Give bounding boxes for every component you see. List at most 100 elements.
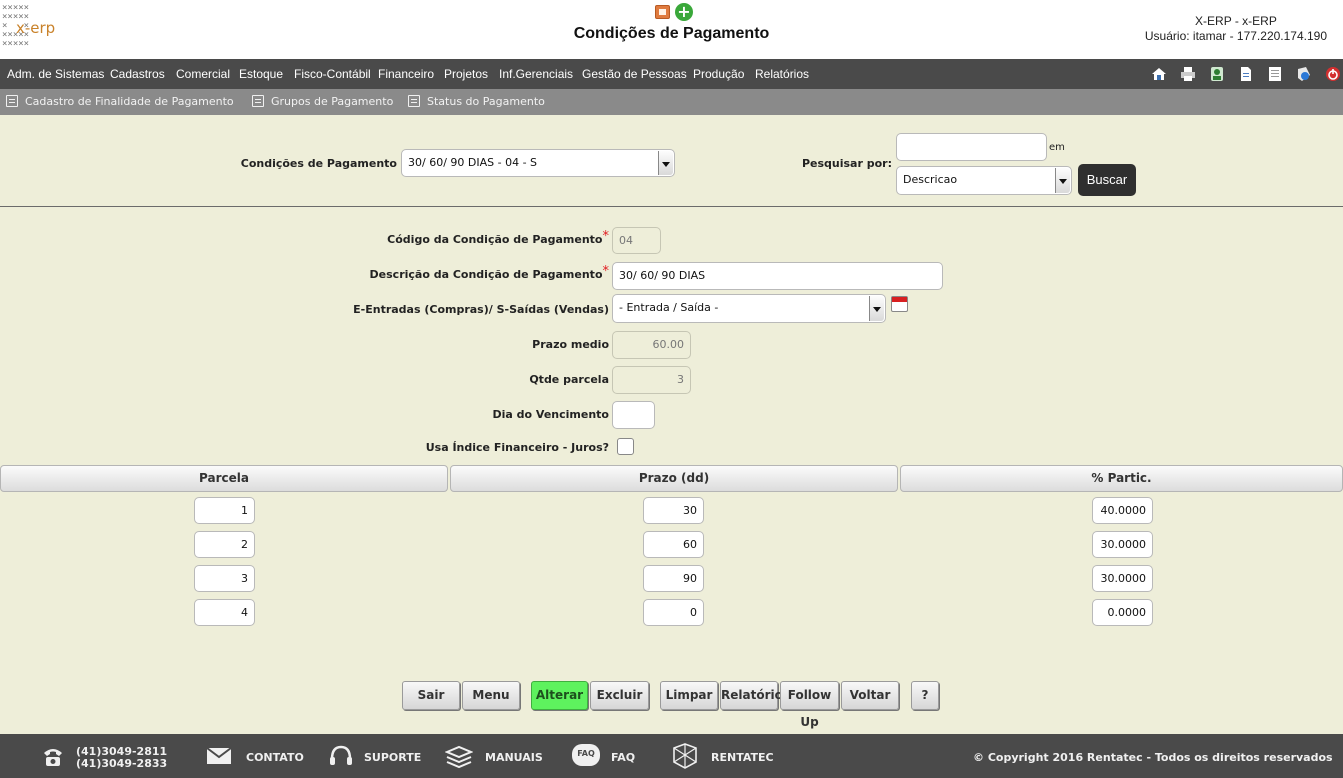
menu-item-inf-gerenciais[interactable]: Inf.Gerenciais [499, 67, 573, 81]
required-mark: * [602, 264, 610, 279]
power-icon[interactable] [1325, 66, 1341, 82]
chevron-down-icon[interactable] [869, 296, 884, 321]
condicoes-select-value: 30/ 60/ 90 DIAS - 04 - S [408, 156, 538, 169]
app-header: ××××× ××××× × × ××××× ××××× x-erp + Condiçõe… [0, 0, 1343, 59]
condicoes-select[interactable]: 30/ 60/ 90 DIAS - 04 - S [401, 149, 675, 177]
page-title: Condições de Pagamento [573, 25, 770, 42]
prazo-cell[interactable]: 60 [643, 531, 704, 558]
parcela-cell[interactable]: 3 [194, 565, 255, 592]
calendar-icon[interactable] [891, 296, 908, 312]
home-icon[interactable] [1151, 66, 1167, 82]
rentatec-link[interactable]: RENTATEC [711, 751, 774, 764]
user-name: Usuário: itamar - 177.220.174.190 [1144, 29, 1327, 43]
prazo-cell[interactable]: 30 [643, 497, 704, 524]
follow-up-button[interactable]: Follow Up [780, 681, 839, 729]
voltar-button[interactable]: Voltar [841, 681, 899, 710]
prazo-cell[interactable]: 0 [643, 599, 704, 626]
chevron-down-icon[interactable] [658, 151, 673, 175]
relatorio-button[interactable]: Relatório [720, 681, 783, 710]
menu-item-gestao-pessoas[interactable]: Gestão de Pessoas [582, 67, 687, 81]
excluir-button[interactable]: Excluir [590, 681, 649, 710]
submenu-status-pagamento[interactable]: Status do Pagamento [427, 95, 545, 108]
descricao-label: Descrição da Condição de Pagamento* [300, 264, 610, 282]
notes-icon[interactable] [1267, 66, 1283, 82]
codigo-label: Código da Condição de Pagamento* [300, 229, 610, 247]
menu-item-fisco-contabil[interactable]: Fisco-Contábil [294, 67, 371, 81]
faq-icon-text: FAQ [577, 749, 595, 758]
submenu-grupos-pagamento[interactable]: Grupos de Pagamento [271, 95, 393, 108]
suporte-link[interactable]: SUPORTE [364, 751, 421, 764]
sub-menu: Cadastro de Finalidade de Pagamento Grup… [0, 89, 1343, 115]
menu-item-producao[interactable]: Produção [693, 67, 744, 81]
contato-link[interactable]: CONTATO [246, 751, 304, 764]
qtde-parcela-label: Qtde parcela [529, 373, 609, 386]
dia-vencimento-label: Dia do Vencimento [492, 408, 609, 421]
codigo-field[interactable]: 04 [612, 227, 661, 254]
presentation-icon[interactable] [655, 5, 670, 19]
menu-item-financeiro[interactable]: Financeiro [378, 67, 434, 81]
prazo-medio-field[interactable]: 60.00 [612, 331, 691, 359]
submenu-finalidade-pagamento[interactable]: Cadastro de Finalidade de Pagamento [25, 95, 234, 108]
menu-item-comercial[interactable]: Comercial [176, 67, 230, 81]
chevron-down-icon[interactable] [1055, 168, 1070, 193]
usa-indice-label: Usa Índice Financeiro - Juros? [425, 441, 609, 454]
help-button[interactable]: ? [911, 681, 939, 710]
menu-item-relatorios[interactable]: Relatórios [755, 67, 809, 81]
sair-button[interactable]: Sair [402, 681, 460, 710]
search-field-select[interactable]: Descricao [896, 166, 1072, 195]
em-label: em [1049, 142, 1065, 153]
tipo-select[interactable]: - Entrada / Saída - [612, 294, 886, 323]
user-info: X-ERP - x-ERP Usuário: itamar - 177.220.… [1145, 14, 1327, 44]
document-icon[interactable] [1238, 66, 1254, 82]
search-field-value: Descricao [903, 173, 958, 186]
divider [0, 206, 1343, 207]
app-footer: (41)3049-2811 (41)3049-2833 CONTATO SUPO… [0, 734, 1343, 778]
phone-icon [44, 749, 62, 766]
search-input[interactable] [896, 133, 1047, 161]
header-actions: + [655, 3, 695, 21]
menu-item-projetos[interactable]: Projetos [444, 67, 488, 81]
dia-vencimento-field[interactable] [612, 401, 655, 429]
list-icon [408, 95, 420, 107]
buscar-button[interactable]: Buscar [1078, 164, 1136, 196]
limpar-button[interactable]: Limpar [660, 681, 718, 710]
descricao-field[interactable]: 30/ 60/ 90 DIAS [612, 262, 943, 290]
partic-cell[interactable]: 30.0000 [1092, 531, 1153, 558]
manuais-link[interactable]: MANUAIS [485, 751, 543, 764]
parcela-cell[interactable]: 4 [194, 599, 255, 626]
print-icon[interactable] [1180, 66, 1196, 82]
list-icon [6, 95, 18, 107]
usa-indice-checkbox[interactable] [617, 438, 634, 455]
mail-icon[interactable] [206, 746, 232, 766]
menu-item-cadastros[interactable]: Cadastros [110, 67, 165, 81]
grid-header-prazo: Prazo (dd) [450, 465, 898, 492]
partic-cell[interactable]: 0.0000 [1092, 599, 1153, 626]
copyright: © Copyright 2016 Rentatec - Todos os dir… [973, 751, 1333, 764]
prazo-medio-label: Prazo medio [532, 338, 609, 351]
help-icon[interactable] [1296, 66, 1312, 82]
condicoes-label: Condições de Pagamento [240, 157, 397, 170]
users-icon[interactable] [1209, 66, 1225, 82]
menu-button[interactable]: Menu [462, 681, 520, 710]
partic-cell[interactable]: 30.0000 [1092, 565, 1153, 592]
faq-link[interactable]: FAQ [611, 751, 635, 764]
menu-item-estoque[interactable]: Estoque [239, 67, 283, 81]
qtde-parcela-field[interactable]: 3 [612, 366, 691, 394]
main-menu: Adm. de Sistemas Cadastros Comercial Est… [0, 59, 1343, 89]
menu-item-adm-sistemas[interactable]: Adm. de Sistemas [7, 67, 104, 81]
tipo-label: E-Entradas (Compras)/ S-Saídas (Vendas) [353, 303, 609, 316]
required-mark: * [602, 229, 610, 244]
faq-icon[interactable]: FAQ [572, 744, 600, 766]
headset-icon[interactable] [328, 744, 354, 770]
add-icon[interactable]: + [675, 3, 693, 21]
parcela-cell[interactable]: 1 [194, 497, 255, 524]
partic-cell[interactable]: 40.0000 [1092, 497, 1153, 524]
books-icon[interactable] [445, 744, 473, 770]
parcela-cell[interactable]: 2 [194, 531, 255, 558]
codigo-label-text: Código da Condição de Pagamento [387, 233, 603, 246]
rentatec-logo-icon[interactable] [670, 742, 700, 770]
prazo-cell[interactable]: 90 [643, 565, 704, 592]
list-icon [252, 95, 264, 107]
grid-header-partic: % Partic. [900, 465, 1343, 492]
alterar-button[interactable]: Alterar [531, 681, 588, 710]
